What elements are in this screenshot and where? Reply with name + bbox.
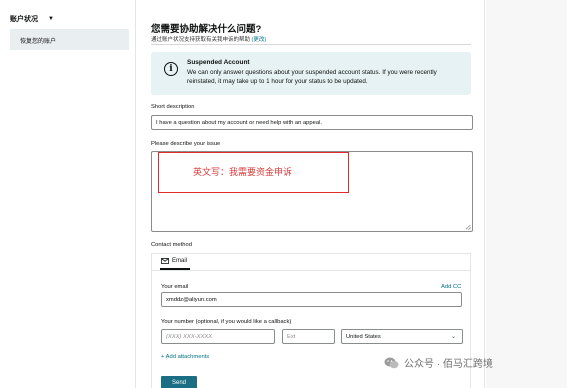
info-banner: i Suspended Account We can only answer q… [151,52,471,95]
mail-icon [161,258,169,264]
resize-grip-icon[interactable] [466,225,471,230]
tab-separator [151,270,471,271]
banner-title: Suspended Account [187,59,250,66]
issue-label: Please describe your issue [151,141,221,147]
chevron-down-icon: ⌄ [450,334,456,340]
phone-input[interactable]: (XXX) XXX-XXXX [161,329,275,344]
send-button[interactable]: Send [161,376,197,388]
email-input[interactable]: xmddz@aliyun.com [161,292,462,307]
add-attachments-link[interactable]: + Add attachments [161,354,209,360]
banner-text: We can only answer questions about your … [187,69,437,85]
country-value: United States [346,333,381,340]
tab-email[interactable]: Email [161,258,187,264]
sidebar: 账户状况 ▼ 恢复您的账户 [0,0,135,388]
caret-down-icon: ▼ [48,16,54,22]
ext-input[interactable]: Ext [282,329,335,344]
change-link[interactable]: (更改) [252,37,267,43]
contact-method-label: Contact method [151,242,192,248]
watermark: 公众号 · 佰马汇跨境 [384,355,493,370]
watermark-text: 公众号 · 佰马汇跨境 [404,359,493,370]
short-description-input[interactable]: I have a question about my account or ne… [151,115,473,130]
sidebar-item-recover-account[interactable]: 恢复您的账户 [10,29,129,50]
country-select[interactable]: United States ⌄ [341,329,463,344]
subtitle-text: 通过账户状况支持获取有关我申诉的帮助 [151,37,251,43]
annotation-text: 英文写：我需要资金申诉 [193,168,293,178]
page-title: 您需要协助解决什么问题? [151,24,262,35]
email-label: Your email [161,284,189,290]
number-label: Your number (optional, if you would like… [161,319,292,325]
add-cc-link[interactable]: Add CC [441,284,461,290]
tab-email-label: Email [172,258,188,264]
right-background [486,0,567,388]
wechat-icon [384,357,399,368]
short-description-label: Short description [151,104,195,110]
divider [151,44,471,45]
info-icon: i [164,62,178,76]
sidebar-heading-label: 账户状况 [10,16,38,23]
page-subtitle: 通过账户状况支持获取有关我申诉的帮助 (更改) [151,35,266,43]
sidebar-heading[interactable]: 账户状况 ▼ [10,14,54,24]
